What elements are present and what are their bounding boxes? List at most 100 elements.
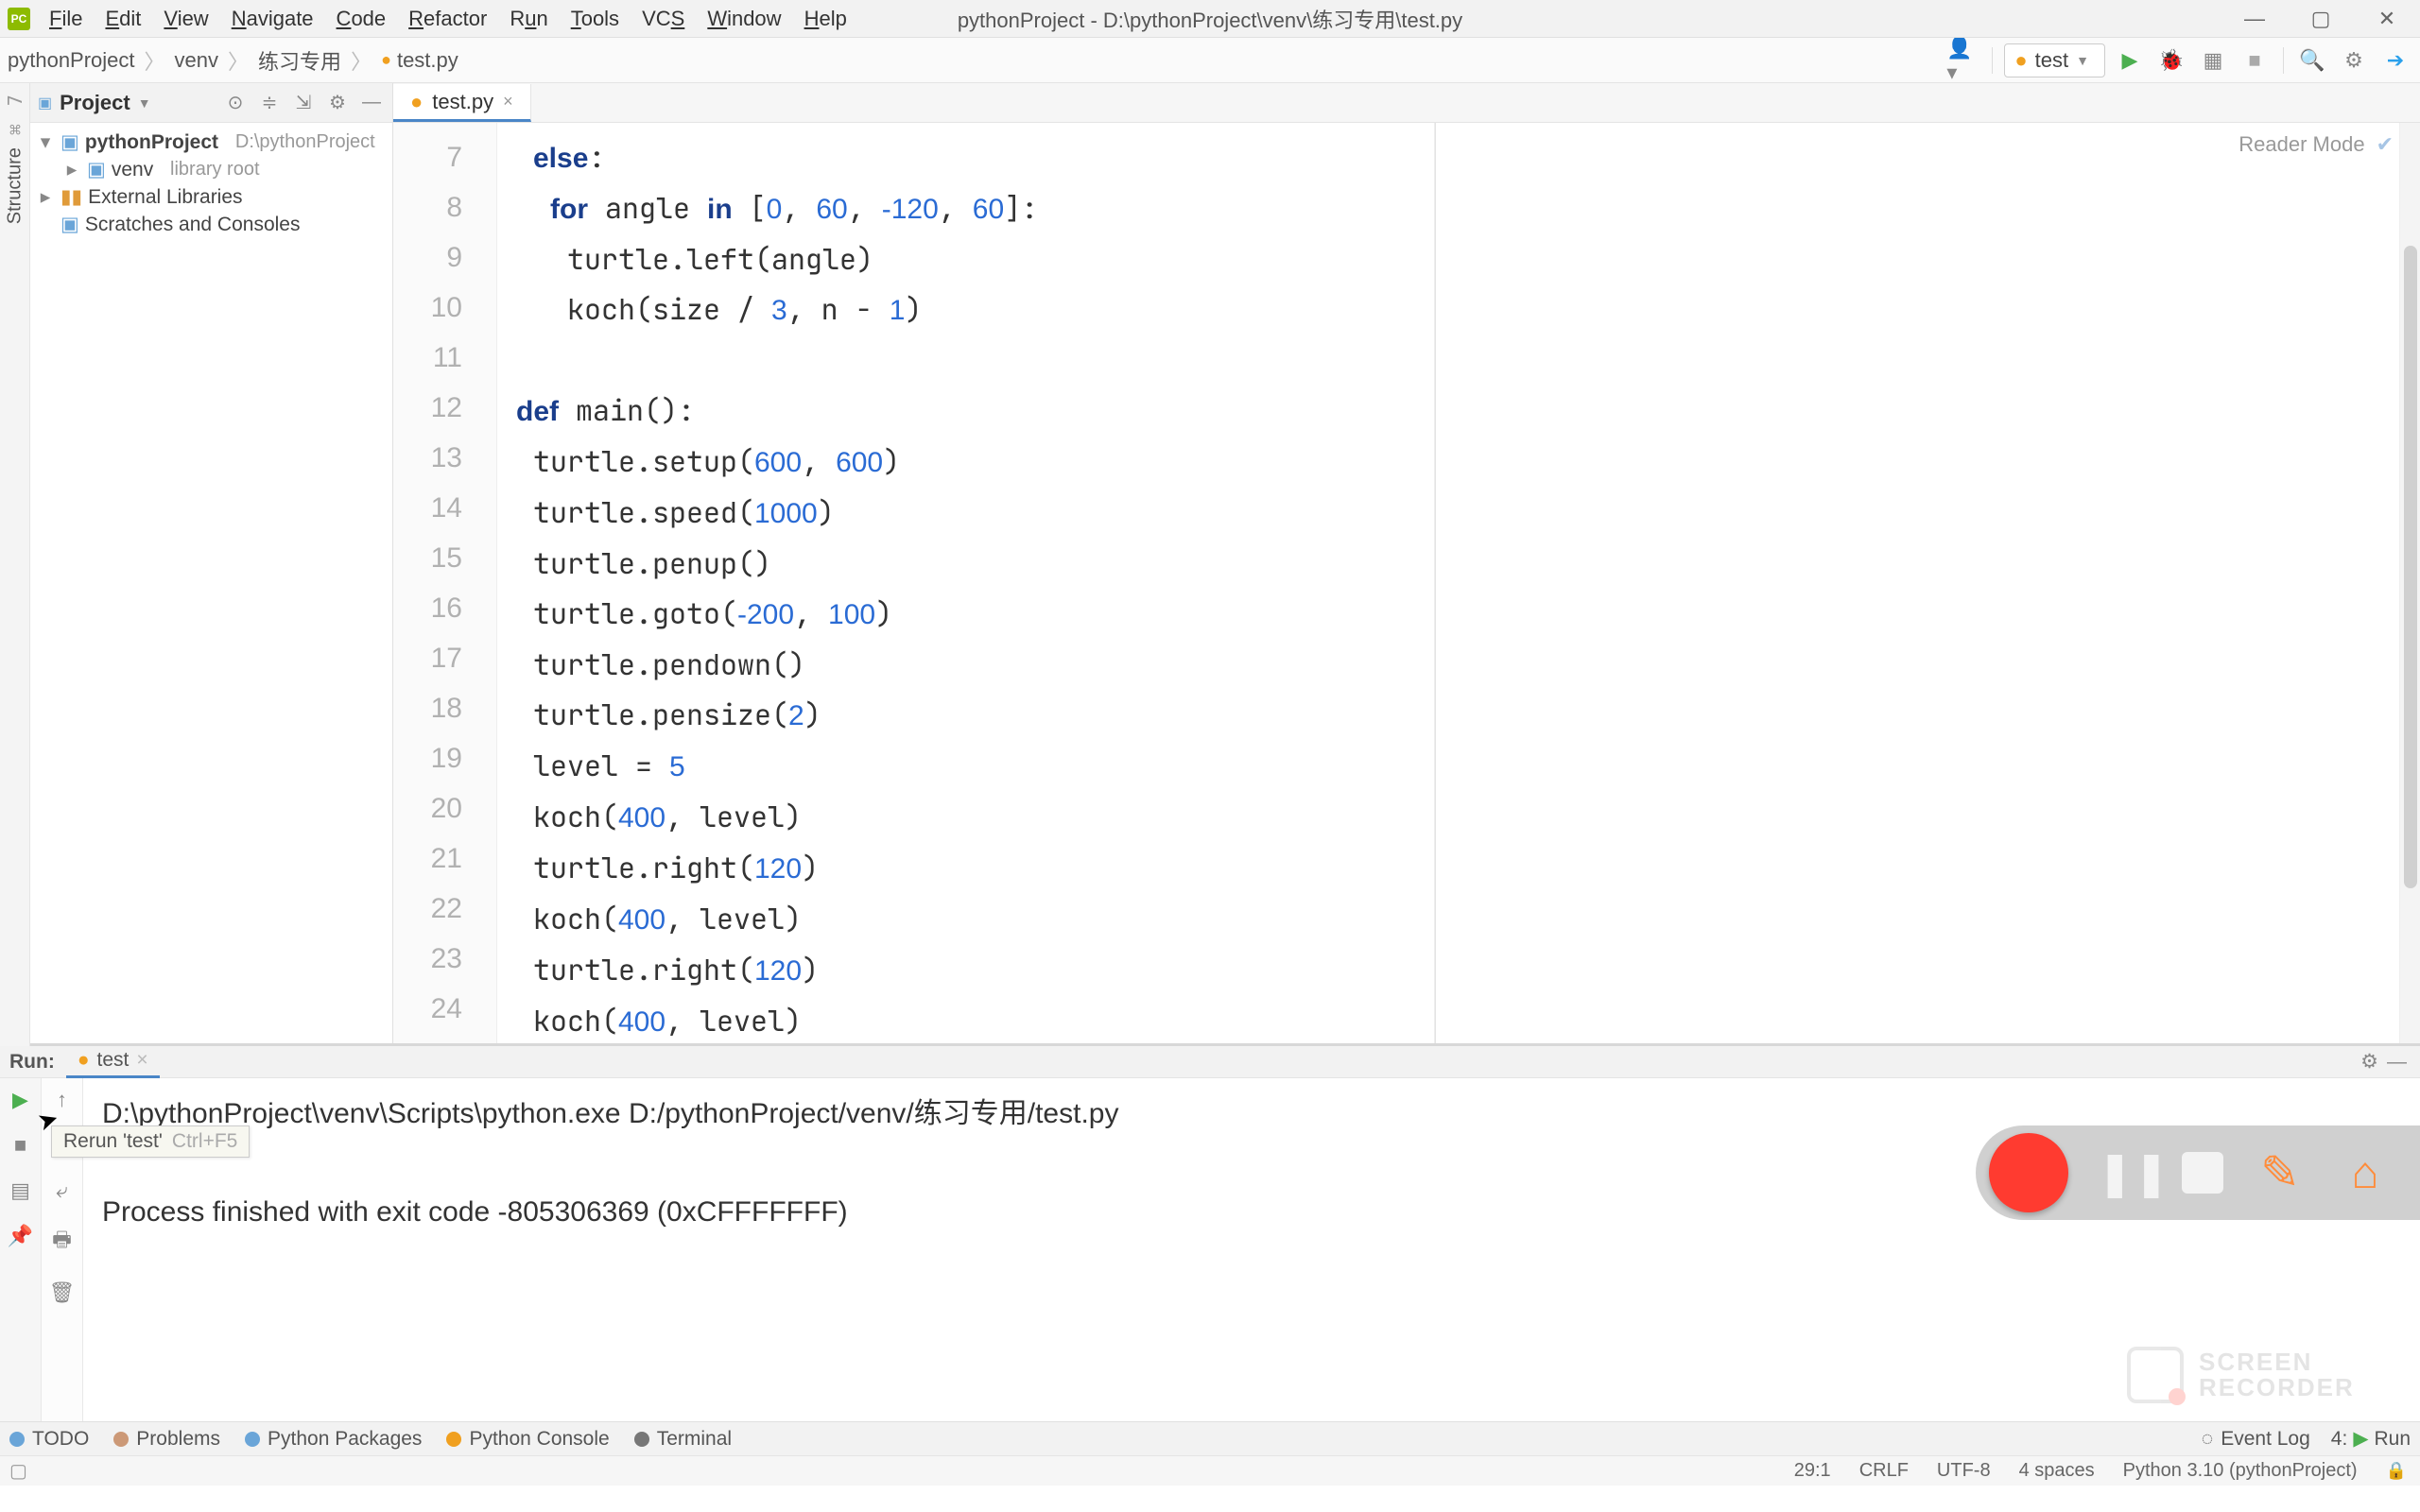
window-close-icon[interactable]: ✕ — [2354, 0, 2420, 38]
line-separator[interactable]: CRLF — [1859, 1460, 1909, 1482]
gear-icon[interactable]: ⚙ — [324, 91, 351, 114]
python-packages-tab[interactable]: Python Packages — [245, 1428, 422, 1451]
python-file-icon: ● — [410, 90, 423, 114]
tree-external-libs[interactable]: ▸▮▮ External Libraries — [36, 183, 387, 211]
file-encoding[interactable]: UTF-8 — [1937, 1460, 1991, 1482]
search-icon[interactable]: 🔍 — [2295, 43, 2329, 77]
project-header: ▣ Project ▼ ⊙ ≑ ⇲ ⚙ — — [30, 83, 392, 123]
interpreter[interactable]: Python 3.10 (pythonProject) — [2123, 1460, 2358, 1482]
run-tab-test[interactable]: ● test × — [66, 1045, 160, 1078]
close-icon[interactable]: × — [136, 1049, 147, 1072]
hide-icon[interactable]: — — [2387, 1051, 2407, 1074]
menu-tools[interactable]: Tools — [560, 7, 631, 31]
project-tree[interactable]: ▾▣ pythonProject D:\pythonProject ▸▣ ven… — [30, 123, 392, 244]
print-button[interactable]: 🖶 — [52, 1224, 72, 1260]
breadcrumb-file[interactable]: test.py — [397, 48, 458, 73]
window-maximize-icon[interactable]: ▢ — [2288, 0, 2354, 38]
terminal-tab[interactable]: Terminal — [634, 1428, 732, 1451]
menu-code[interactable]: Code — [325, 7, 398, 31]
chevron-down-icon[interactable]: ▼ — [138, 95, 151, 111]
main-menu: FFileile Edit View Navigate Code Refacto… — [38, 7, 858, 31]
settings-icon[interactable]: ⚙ — [2337, 43, 2371, 77]
add-user-icon[interactable]: 👤▾ — [1946, 43, 1980, 77]
tree-venv[interactable]: ▸▣ venv library root — [36, 156, 387, 183]
soft-wrap-button[interactable]: ⤶ — [56, 1178, 67, 1203]
run-tool-window: Run: ● test × ⚙ — ▶ ■ ▤ 📌 ↑ ↓ ⤶ 🖶 🗑 D:\p… — [0, 1043, 2420, 1421]
close-icon[interactable]: × — [503, 92, 513, 112]
screen-recorder-overlay: ✎ ⌂ — [1976, 1125, 2420, 1220]
bottom-toolbar: TODO Problems Python Packages Python Con… — [0, 1421, 2420, 1455]
title-bar: PC FFileile Edit View Navigate Code Refa… — [0, 0, 2420, 38]
window-minimize-icon[interactable]: — — [2221, 0, 2288, 38]
problems-tab[interactable]: Problems — [113, 1428, 220, 1451]
menu-navigate[interactable]: Navigate — [220, 7, 325, 31]
python-console-tab[interactable]: Python Console — [446, 1428, 609, 1451]
clear-button[interactable]: 🗑 — [49, 1280, 76, 1305]
python-file-icon: ● — [381, 50, 391, 70]
chevron-down-icon: ▼ — [2076, 53, 2089, 68]
tool-windows-icon[interactable]: ▢ — [9, 1459, 27, 1483]
run-config-selector[interactable]: ● test ▼ — [2004, 43, 2105, 77]
menu-run[interactable]: Run — [498, 7, 559, 31]
stop-button[interactable]: ■ — [14, 1133, 26, 1158]
event-log-tab[interactable]: ◌Event Log — [2202, 1428, 2310, 1451]
debug-button[interactable]: 🐞 — [2154, 43, 2188, 77]
breadcrumb: pythonProject〉 venv〉 练习专用〉 ● test.py — [8, 45, 458, 76]
editor-blank-pane — [1436, 123, 2399, 1043]
tree-scratches[interactable]: ▣ Scratches and Consoles — [36, 211, 387, 238]
annotate-icon[interactable]: ✎ — [2252, 1145, 2308, 1200]
tree-root[interactable]: ▾▣ pythonProject D:\pythonProject — [36, 129, 387, 156]
collapse-all-icon[interactable]: ⇲ — [290, 91, 317, 114]
project-title[interactable]: Project — [60, 91, 130, 115]
select-opened-icon[interactable]: ⊙ — [222, 91, 249, 114]
menu-vcs[interactable]: VCS — [631, 7, 696, 31]
run-tab[interactable]: 4:▶Run — [2331, 1427, 2411, 1451]
folder-icon: ▣ — [38, 94, 52, 112]
rerun-button[interactable]: ▶ — [12, 1088, 28, 1112]
up-button[interactable]: ↑ — [57, 1088, 67, 1112]
editor-tab-test[interactable]: ● test.py × — [393, 84, 531, 122]
menu-window[interactable]: Window — [696, 7, 792, 31]
indent-setting[interactable]: 4 spaces — [2019, 1460, 2095, 1482]
breadcrumb-part[interactable]: venv — [175, 48, 218, 73]
readonly-lock-icon[interactable]: 🔒 — [2386, 1461, 2407, 1481]
python-icon: ● — [78, 1049, 90, 1072]
run-button[interactable]: ▶ — [2113, 43, 2147, 77]
rerun-tooltip: Rerun 'test' Ctrl+F5 — [51, 1125, 250, 1158]
gear-icon[interactable]: ⚙ — [2360, 1050, 2378, 1074]
code-editor[interactable]: else: for angle in [0, 60, -120, 60]: tu… — [497, 123, 1435, 1043]
scroll-thumb[interactable] — [2404, 246, 2417, 888]
caret-position[interactable]: 29:1 — [1794, 1460, 1831, 1482]
library-icon: ▮▮ — [60, 185, 82, 209]
pin-button[interactable]: 📌 — [8, 1224, 33, 1248]
reader-mode-toggle[interactable]: Reader Mode ✔ — [2238, 132, 2394, 157]
recorder-logo-icon — [2127, 1347, 2184, 1403]
coverage-button[interactable]: ▦ — [2196, 43, 2230, 77]
line-gutter[interactable]: 7 8 9 10 11 12 13 14 15 16 17 18 19 20 2… — [393, 123, 497, 1043]
record-indicator-icon[interactable] — [1989, 1133, 2068, 1212]
hide-icon[interactable]: — — [358, 92, 385, 113]
editor-panel: ● test.py × Reader Mode ✔ 7 8 9 10 11 12… — [393, 83, 2420, 1043]
stop-recording-icon[interactable] — [2182, 1152, 2223, 1194]
pause-recording-icon[interactable] — [2097, 1147, 2153, 1198]
run-label: Run: — [9, 1051, 55, 1074]
structure-tab[interactable]: Structure ⌘ 7 — [4, 94, 26, 224]
editor-scrollbar[interactable] — [2399, 123, 2420, 1043]
home-icon[interactable]: ⌂ — [2337, 1147, 2394, 1199]
menu-file[interactable]: FFileile — [38, 7, 94, 31]
screen-recorder-watermark: SCREEN RECORDER — [2127, 1334, 2411, 1416]
breadcrumb-part[interactable]: 练习专用 — [258, 45, 341, 76]
menu-view[interactable]: View — [152, 7, 219, 31]
navigation-bar: pythonProject〉 venv〉 练习专用〉 ● test.py 👤▾ … — [0, 38, 2420, 83]
breadcrumb-part[interactable]: pythonProject — [8, 48, 135, 73]
layout-button[interactable]: ▤ — [10, 1178, 30, 1203]
todo-tab[interactable]: TODO — [9, 1428, 89, 1451]
menu-refactor[interactable]: Refactor — [397, 7, 498, 31]
scratch-icon: ▣ — [60, 213, 79, 236]
update-icon[interactable]: ➔ — [2378, 43, 2412, 77]
expand-all-icon[interactable]: ≑ — [256, 91, 283, 114]
menu-help[interactable]: Help — [793, 7, 858, 31]
menu-edit[interactable]: Edit — [94, 7, 152, 31]
stop-button[interactable]: ■ — [2238, 43, 2272, 77]
project-tool-window: ▣ Project ▼ ⊙ ≑ ⇲ ⚙ — ▾▣ pythonProject D… — [30, 83, 393, 1043]
